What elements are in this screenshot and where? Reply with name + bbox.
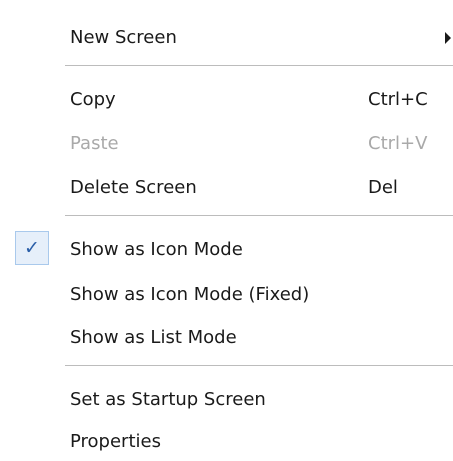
- menu-item-show-icon-mode[interactable]: ✓ Show as Icon Mode: [0, 230, 453, 270]
- menu-item-label: Set as Startup Screen: [70, 389, 266, 410]
- menu-separator: [65, 215, 453, 216]
- chevron-right-icon: [445, 32, 451, 44]
- menu-item-new-screen[interactable]: New Screen: [0, 18, 453, 58]
- menu-item-properties[interactable]: Properties: [0, 422, 453, 461]
- menu-separator: [65, 365, 453, 366]
- menu-item-label: Show as Icon Mode (Fixed): [70, 284, 310, 305]
- context-menu: New Screen Copy Ctrl+C Paste Ctrl+V Dele…: [0, 0, 453, 461]
- checkmark-icon: ✓: [15, 231, 49, 265]
- menu-item-show-icon-mode-fixed[interactable]: Show as Icon Mode (Fixed): [0, 275, 453, 315]
- menu-item-paste: Paste Ctrl+V: [0, 124, 453, 164]
- menu-separator: [65, 65, 453, 66]
- menu-item-set-startup-screen[interactable]: Set as Startup Screen: [0, 380, 453, 420]
- menu-item-copy[interactable]: Copy Ctrl+C: [0, 80, 453, 120]
- menu-item-show-list-mode[interactable]: Show as List Mode: [0, 318, 453, 358]
- menu-item-label: Show as List Mode: [70, 327, 237, 348]
- menu-item-label: Delete Screen: [70, 177, 197, 198]
- menu-item-shortcut: Ctrl+V: [368, 133, 428, 154]
- menu-item-label: Copy: [70, 89, 116, 110]
- menu-item-label: Show as Icon Mode: [70, 239, 243, 260]
- menu-item-label: Paste: [70, 133, 119, 154]
- menu-item-label: New Screen: [70, 27, 177, 48]
- menu-item-label: Properties: [70, 431, 161, 452]
- menu-item-shortcut: Del: [368, 177, 398, 198]
- menu-item-shortcut: Ctrl+C: [368, 89, 428, 110]
- menu-item-delete-screen[interactable]: Delete Screen Del: [0, 168, 453, 208]
